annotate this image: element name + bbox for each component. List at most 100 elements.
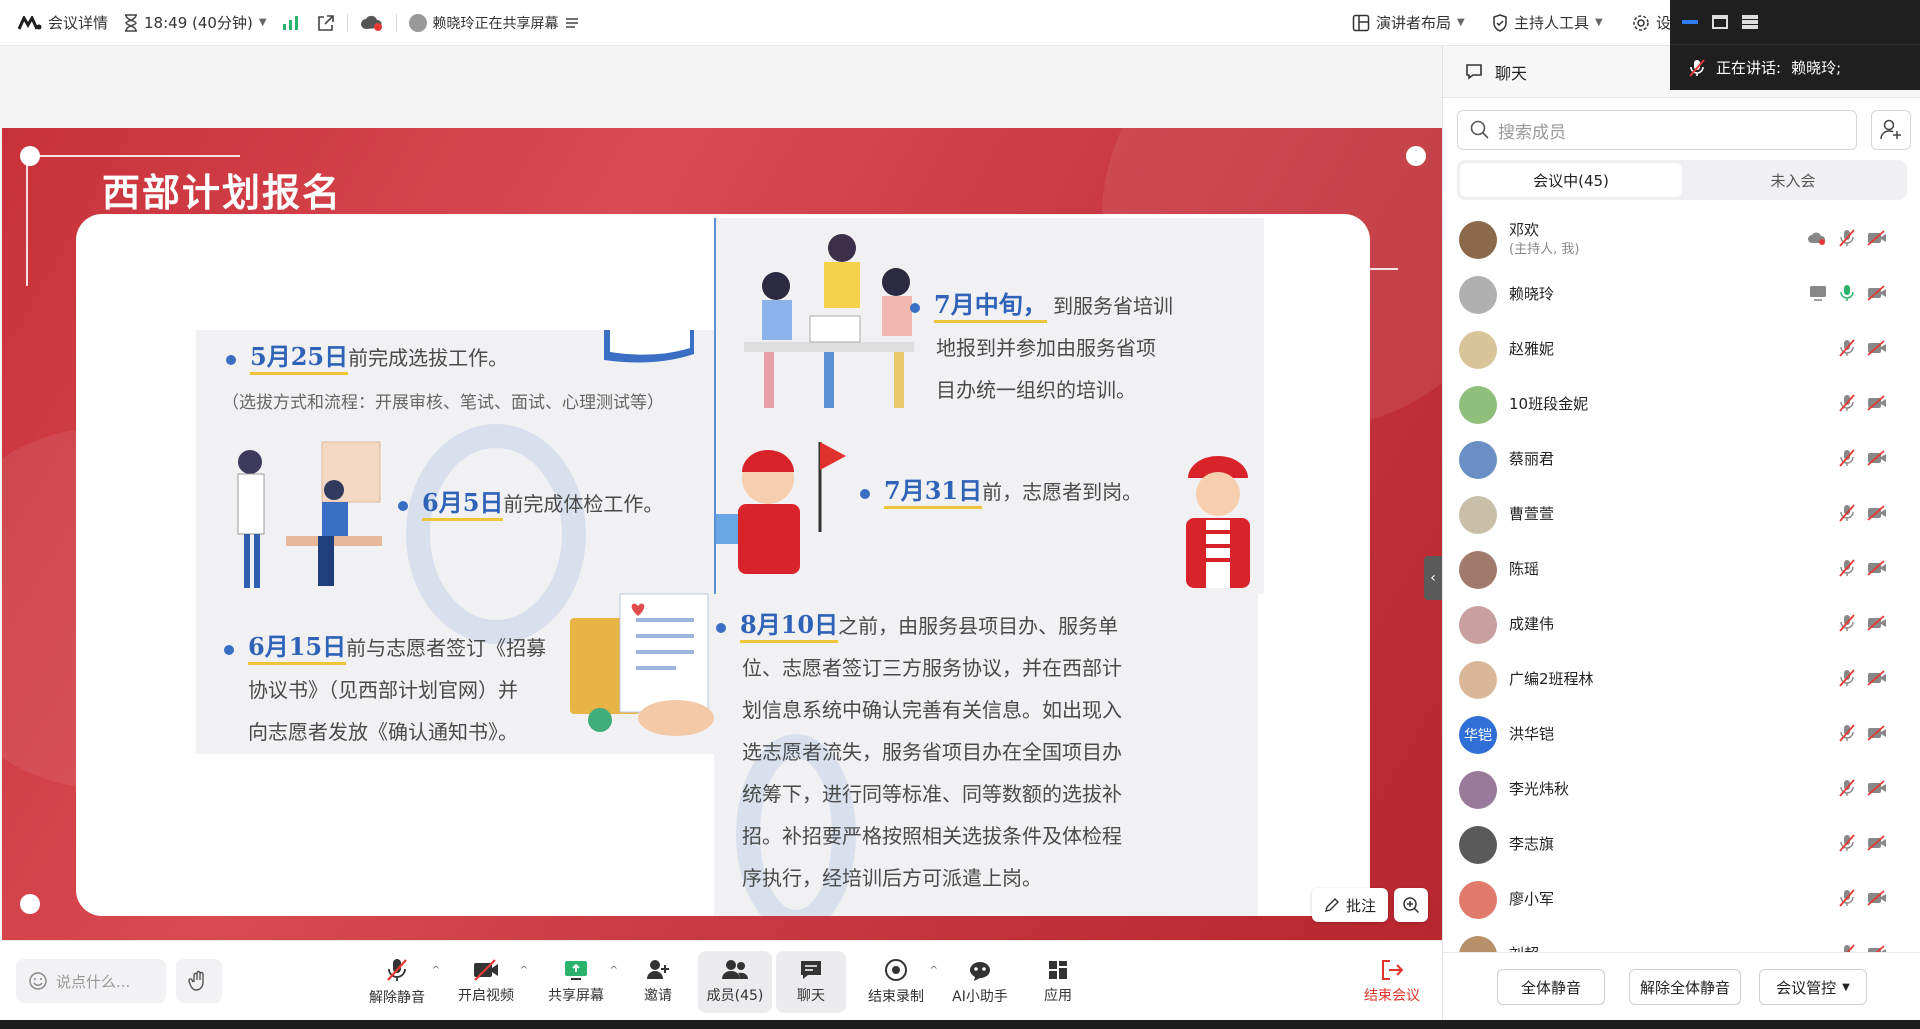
camera-off-icon[interactable] bbox=[1867, 889, 1887, 910]
chevron-up-icon[interactable]: ^ bbox=[432, 965, 440, 976]
member-row[interactable]: 10班段金妮 bbox=[1443, 377, 1920, 432]
mic-muted-icon[interactable] bbox=[1839, 503, 1855, 526]
annotate-button[interactable]: 批注 bbox=[1312, 888, 1388, 922]
quick-message-input[interactable]: 说点什么... bbox=[16, 959, 166, 1003]
camera-off-icon[interactable] bbox=[1867, 339, 1887, 360]
mic-muted-icon[interactable] bbox=[1839, 778, 1855, 801]
settings-button[interactable]: 设 bbox=[1632, 0, 1671, 46]
unmute-all-button[interactable]: 解除全体静音 bbox=[1629, 969, 1741, 1005]
tab-not-joined[interactable]: 未入会 bbox=[1682, 163, 1904, 197]
bullet bbox=[910, 302, 920, 313]
member-row[interactable]: 成建伟 bbox=[1443, 597, 1920, 652]
raise-hand-icon bbox=[188, 970, 210, 992]
mic-muted-icon[interactable] bbox=[1839, 338, 1855, 361]
members-button[interactable]: 成员(45) bbox=[698, 951, 772, 1013]
meeting-timer[interactable]: 18:49 (40分钟) ▼ bbox=[124, 0, 267, 46]
member-row[interactable]: 李光炜秋 bbox=[1443, 762, 1920, 817]
zoom-button[interactable] bbox=[1394, 888, 1428, 922]
mic-muted-icon[interactable] bbox=[1839, 723, 1855, 746]
timeline-item-agreement-signing: 8月10日之前，由服务县项目办、服务单 位、志愿者签订三方服务协议，并在西部计 … bbox=[716, 604, 1122, 899]
shared-screen-area: 西部计划报名 5月25日前完成选拔工作。 （选拔方式和流程：开展审核、笔试、面试… bbox=[0, 46, 1442, 940]
avatar bbox=[1459, 605, 1497, 644]
camera-off-icon[interactable] bbox=[1867, 229, 1887, 250]
mic-muted-icon[interactable] bbox=[1839, 668, 1855, 691]
search-placeholder: 搜索成员 bbox=[1498, 122, 1566, 143]
mic-muted-icon[interactable] bbox=[1839, 613, 1855, 636]
add-member-button[interactable] bbox=[1871, 110, 1911, 150]
mic-on-icon[interactable] bbox=[1839, 284, 1855, 306]
chevron-down-icon: ▼ bbox=[258, 17, 267, 28]
item-text: 前与志愿者签订《招募 bbox=[346, 636, 547, 660]
mic-muted-icon[interactable] bbox=[1839, 833, 1855, 856]
presentation-slide: 西部计划报名 5月25日前完成选拔工作。 （选拔方式和流程：开展审核、笔试、面试… bbox=[2, 128, 1442, 940]
chevron-up-icon[interactable]: ^ bbox=[930, 965, 938, 976]
timeline-item-agreement: 6月15日前与志愿者签订《招募 协议书》（见西部计划官网）并 向志愿者发放《确认… bbox=[224, 626, 546, 753]
member-row[interactable]: 赖晓玲 bbox=[1443, 267, 1920, 322]
members-panel: 聊天 搜索成员 会议中(45) 未入会 邓欢 (主持人, 我) 赖晓玲 赵雅妮 10班段… bbox=[1442, 46, 1920, 1020]
camera-off-icon[interactable] bbox=[1867, 449, 1887, 470]
member-row[interactable]: 李志旗 bbox=[1443, 817, 1920, 872]
network-signal[interactable] bbox=[282, 0, 299, 46]
popout-button[interactable] bbox=[317, 0, 335, 46]
camera-off-icon[interactable] bbox=[1867, 394, 1887, 415]
member-status-icons bbox=[1839, 817, 1887, 872]
member-row[interactable]: 陈瑶 bbox=[1443, 542, 1920, 597]
member-row[interactable]: 华铠 洪华铠 bbox=[1443, 707, 1920, 762]
cloud-record-button[interactable] bbox=[360, 0, 384, 46]
camera-off-icon[interactable] bbox=[1867, 504, 1887, 525]
selection-note: （选拔方式和流程：开展审核、笔试、面试、心理测试等） bbox=[222, 393, 664, 413]
camera-off-icon[interactable] bbox=[1867, 724, 1887, 745]
camera-off-icon[interactable] bbox=[1867, 669, 1887, 690]
end-meeting-button[interactable]: 结束会议 bbox=[1358, 951, 1426, 1013]
camera-off-icon[interactable] bbox=[1867, 944, 1887, 952]
minimize-icon[interactable] bbox=[1682, 20, 1698, 24]
meeting-control-button[interactable]: 会议管控 ▼ bbox=[1759, 969, 1867, 1005]
member-row[interactable]: 刘超 bbox=[1443, 927, 1920, 952]
member-search-input[interactable]: 搜索成员 bbox=[1457, 110, 1857, 150]
camera-off-icon[interactable] bbox=[1867, 614, 1887, 635]
member-row[interactable]: 广编2班程林 bbox=[1443, 652, 1920, 707]
apps-button[interactable]: 应用 bbox=[1036, 951, 1080, 1013]
mic-muted-icon[interactable] bbox=[1839, 888, 1855, 911]
member-row[interactable]: 赵雅妮 bbox=[1443, 322, 1920, 377]
raise-hand-button[interactable] bbox=[176, 959, 222, 1003]
unmute-button[interactable]: 解除静音 ^ bbox=[366, 951, 440, 1013]
chevron-up-icon[interactable]: ^ bbox=[520, 965, 528, 976]
avatar bbox=[1459, 275, 1497, 314]
list-view-icon[interactable] bbox=[1742, 15, 1758, 29]
host-tools-button[interactable]: 主持人工具 ▼ bbox=[1492, 0, 1603, 46]
invite-button[interactable]: 邀请 bbox=[636, 951, 680, 1013]
mic-muted-icon[interactable] bbox=[1839, 943, 1855, 952]
chat-button[interactable]: 聊天 bbox=[776, 951, 846, 1013]
member-name-block: 李志旗 bbox=[1509, 835, 1554, 854]
camera-off-icon[interactable] bbox=[1867, 559, 1887, 580]
chevron-up-icon[interactable]: ^ bbox=[610, 965, 618, 976]
member-row[interactable]: 曹萱萱 bbox=[1443, 487, 1920, 542]
member-row[interactable]: 邓欢 (主持人, 我) bbox=[1443, 212, 1920, 267]
documents-illustration bbox=[566, 590, 716, 740]
date-label: 7月31日 bbox=[884, 476, 983, 509]
start-video-button[interactable]: 开启视频 ^ bbox=[456, 951, 528, 1013]
layout-button[interactable]: 演讲者布局 ▼ bbox=[1352, 0, 1465, 46]
meeting-details-button[interactable]: 会议详情 bbox=[18, 0, 108, 46]
mic-muted-icon[interactable] bbox=[1839, 393, 1855, 416]
member-row[interactable]: 蔡丽君 bbox=[1443, 432, 1920, 487]
share-screen-button[interactable]: 共享屏幕 ^ bbox=[546, 951, 618, 1013]
avatar bbox=[1459, 880, 1497, 919]
mic-muted-icon[interactable] bbox=[1839, 558, 1855, 581]
ai-assistant-button[interactable]: AI小助手 bbox=[950, 951, 1010, 1013]
mic-muted-icon[interactable] bbox=[1839, 228, 1855, 251]
tab-in-meeting[interactable]: 会议中(45) bbox=[1460, 163, 1682, 197]
mute-all-button[interactable]: 全体静音 bbox=[1497, 969, 1605, 1005]
tab-chat[interactable]: 聊天 bbox=[1495, 60, 1527, 84]
camera-off-icon[interactable] bbox=[1867, 284, 1887, 305]
camera-off-icon[interactable] bbox=[1867, 834, 1887, 855]
sharer-status[interactable]: 赖晓玲正在共享屏幕 bbox=[408, 0, 579, 46]
camera-off-icon[interactable] bbox=[1867, 779, 1887, 800]
window-icon[interactable] bbox=[1712, 15, 1728, 29]
member-row[interactable]: 廖小军 bbox=[1443, 872, 1920, 927]
swirl-decoration bbox=[406, 424, 586, 644]
mic-muted-icon[interactable] bbox=[1839, 448, 1855, 471]
stop-recording-button[interactable]: 结束录制 ^ bbox=[866, 951, 938, 1013]
collapse-panel-button[interactable]: ‹ bbox=[1424, 556, 1442, 600]
